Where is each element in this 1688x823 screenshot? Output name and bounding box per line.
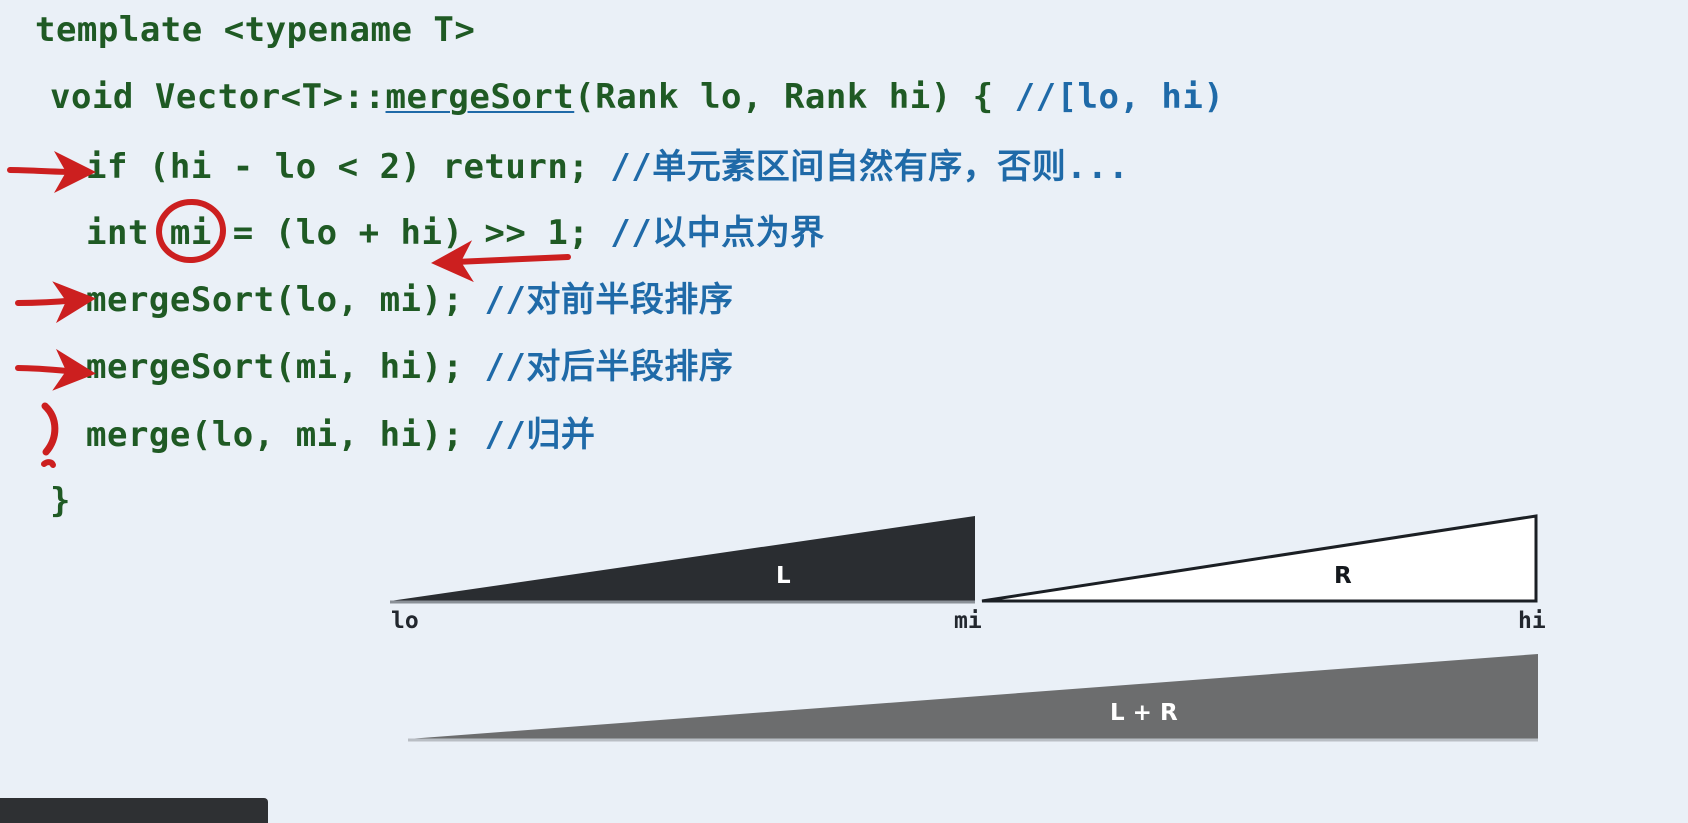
taskbar-strip[interactable]	[0, 798, 268, 823]
triangle-merged-shape	[408, 654, 1538, 739]
tick-label-lo: lo	[391, 608, 419, 634]
merge-diagram	[390, 514, 1538, 742]
triangle-merged-label: L + R	[1110, 700, 1178, 726]
tick-label-mi: mi	[954, 608, 982, 634]
tick-label-hi: hi	[1518, 608, 1546, 634]
triangle-left-shape	[390, 516, 975, 601]
slide-canvas: template <typename T> void Vector<T>::me…	[0, 0, 1688, 823]
triangle-left-label: L	[776, 563, 791, 589]
triangle-right-shape	[981, 514, 1538, 603]
triangle-right-label: R	[1334, 563, 1352, 589]
